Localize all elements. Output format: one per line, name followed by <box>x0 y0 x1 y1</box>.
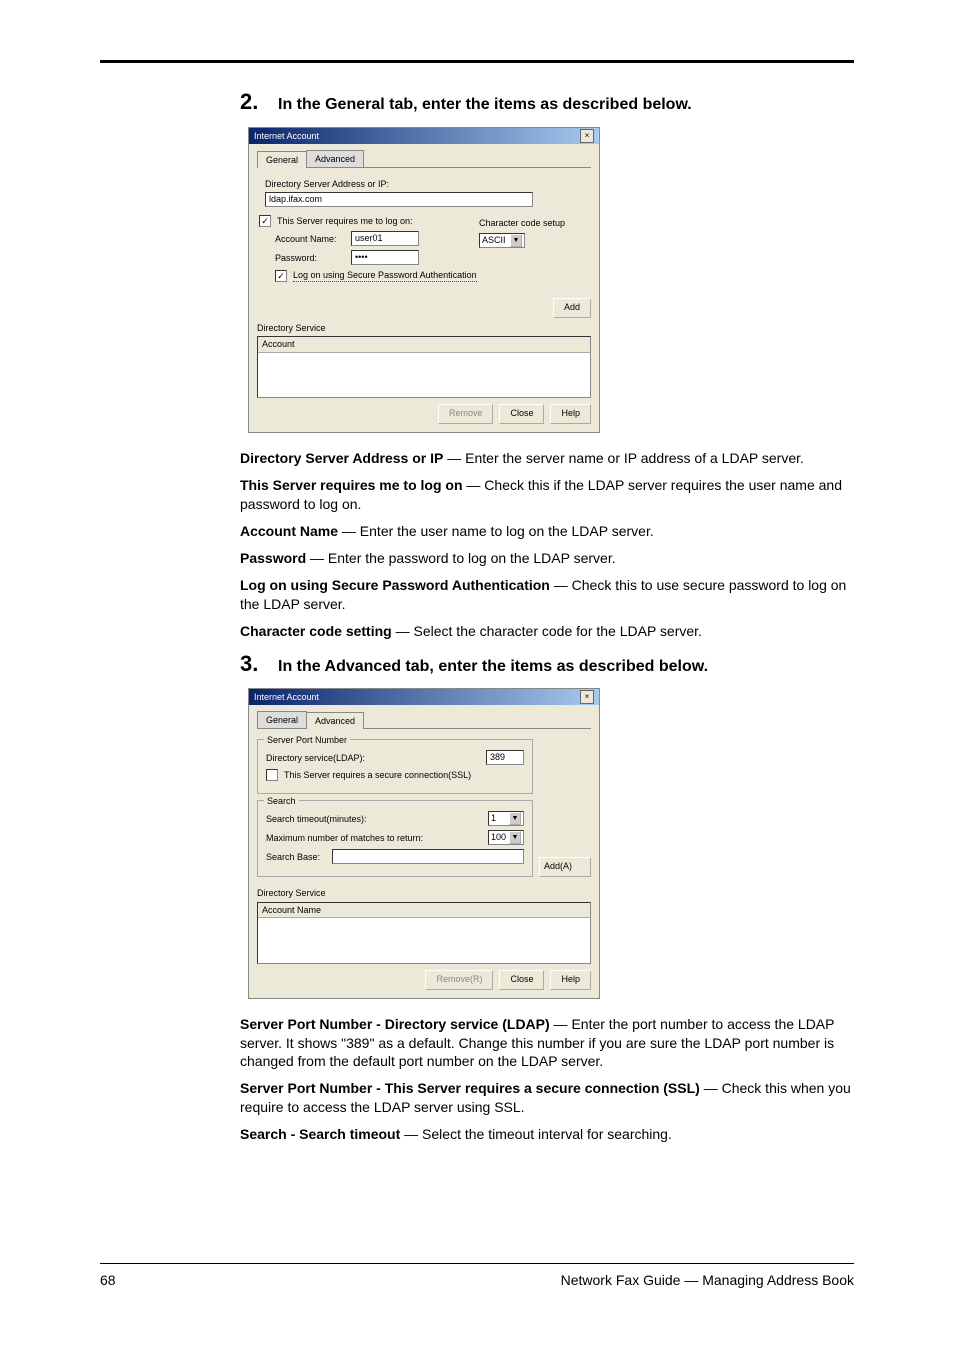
step-3-heading: 3. In the Advanced tab, enter the items … <box>240 649 854 679</box>
step-2-heading: 2. In the General tab, enter the items a… <box>240 87 854 117</box>
desc3-t3: Search - Search timeout <box>240 1126 400 1142</box>
dialog1-titlebar: Internet Account × <box>249 128 599 144</box>
ds-label: Directory Service <box>257 322 591 334</box>
chevron-down-icon: ▼ <box>509 812 521 825</box>
timeout-select[interactable]: 1 ▼ <box>488 811 524 826</box>
ssl-label: This Server requires a secure connection… <box>284 769 471 781</box>
help-button[interactable]: Help <box>550 970 591 990</box>
remove-button: Remove(R) <box>425 970 493 990</box>
main-content: 2. In the General tab, enter the items a… <box>240 87 854 1144</box>
dialog2-tabs: General Advanced <box>257 711 591 729</box>
close-button[interactable]: Close <box>499 970 544 990</box>
desc2-d6: — Select the character code for the LDAP… <box>392 623 702 639</box>
step-3-number: 3. <box>240 649 266 679</box>
desc2-t6: Character code setting <box>240 623 392 639</box>
port-label: Directory service(LDAP): <box>266 752 480 764</box>
help-button[interactable]: Help <box>550 404 591 424</box>
step-2-text: In the General tab, enter the items as d… <box>278 94 692 116</box>
port-input[interactable]: 389 <box>486 750 524 765</box>
close-button[interactable]: Close <box>499 404 544 424</box>
dialog1-tabs: General Advanced <box>257 150 591 168</box>
page-number: 68 <box>100 1272 116 1288</box>
account-name-label: Account Name: <box>275 233 345 245</box>
requires-logon-checkbox[interactable]: ✓ <box>259 215 271 227</box>
desc2-t1: Directory Server Address or IP <box>240 450 443 466</box>
desc2-t4: Password <box>240 550 306 566</box>
desc3-d3: — Select the timeout interval for search… <box>400 1126 672 1142</box>
requires-logon-label: This Server requires me to log on: <box>277 215 413 227</box>
dir-server-input[interactable]: ldap.ifax.com <box>265 192 533 207</box>
internet-account-dialog-advanced: Internet Account × General Advanced Serv… <box>248 688 600 998</box>
tab-advanced[interactable]: Advanced <box>306 712 364 729</box>
max-label: Maximum number of matches to return: <box>266 832 482 844</box>
group-port-label: Server Port Number <box>264 734 350 746</box>
dialog2-title: Internet Account <box>254 689 319 705</box>
password-label: Password: <box>275 252 345 264</box>
desc2-t5: Log on using Secure Password Authenticat… <box>240 577 550 593</box>
secure-auth-label: Log on using Secure Password Authenticat… <box>293 269 477 282</box>
secure-auth-checkbox[interactable]: ✓ <box>275 270 287 282</box>
step-2-number: 2. <box>240 87 266 117</box>
remove-button: Remove <box>438 404 494 424</box>
page-footer: 68 Network Fax Guide — Managing Address … <box>100 1263 854 1288</box>
group-search-label: Search <box>264 795 299 807</box>
desc3-t1: Server Port Number - Directory service (… <box>240 1016 550 1032</box>
tab-general[interactable]: General <box>257 151 307 168</box>
list-header: Account <box>258 337 590 352</box>
desc2-d4: — Enter the password to log on the LDAP … <box>306 550 615 566</box>
char-code-select[interactable]: ASCII ▼ <box>479 233 525 248</box>
tab-general[interactable]: General <box>257 711 307 728</box>
dialog2-titlebar: Internet Account × <box>249 689 599 705</box>
step-3-text: In the Advanced tab, enter the items as … <box>278 656 708 678</box>
desc2-d3: — Enter the user name to log on the LDAP… <box>338 523 654 539</box>
dir-server-label: Directory Server Address or IP: <box>265 178 589 190</box>
internet-account-dialog-general: Internet Account × General Advanced Dire… <box>248 127 600 434</box>
directory-service-list[interactable]: Account <box>257 336 591 398</box>
chevron-down-icon: ▼ <box>510 234 522 247</box>
tab-advanced[interactable]: Advanced <box>306 150 364 167</box>
directory-service-list[interactable]: Account Name <box>257 902 591 964</box>
list-header: Account Name <box>258 903 590 918</box>
desc2-d1: — Enter the server name or IP address of… <box>443 450 804 466</box>
step-2-descriptions: Directory Server Address or IP — Enter t… <box>240 449 854 640</box>
desc2-t2: This Server requires me to log on <box>240 477 463 493</box>
base-label: Search Base: <box>266 851 326 863</box>
step-3-descriptions: Server Port Number - Directory service (… <box>240 1015 854 1144</box>
account-name-input[interactable]: user01 <box>351 231 419 246</box>
password-input[interactable]: •••• <box>351 250 419 265</box>
close-icon[interactable]: × <box>580 129 594 143</box>
ds-label: Directory Service <box>257 887 591 899</box>
ssl-checkbox[interactable] <box>266 769 278 781</box>
chevron-down-icon: ▼ <box>509 831 521 844</box>
close-icon[interactable]: × <box>580 690 594 704</box>
max-select[interactable]: 100 ▼ <box>488 830 524 845</box>
desc2-t3: Account Name <box>240 523 338 539</box>
footer-text: Network Fax Guide — Managing Address Boo… <box>561 1272 854 1288</box>
desc3-t2: Server Port Number - This Server require… <box>240 1080 700 1096</box>
dialog1-title: Internet Account <box>254 128 319 144</box>
add-button[interactable]: Add <box>553 298 591 318</box>
base-input[interactable] <box>332 849 524 864</box>
top-rule <box>100 60 854 63</box>
timeout-label: Search timeout(minutes): <box>266 813 482 825</box>
char-code-label: Character code setup <box>479 217 589 229</box>
add-button[interactable]: Add(A) <box>539 857 591 877</box>
